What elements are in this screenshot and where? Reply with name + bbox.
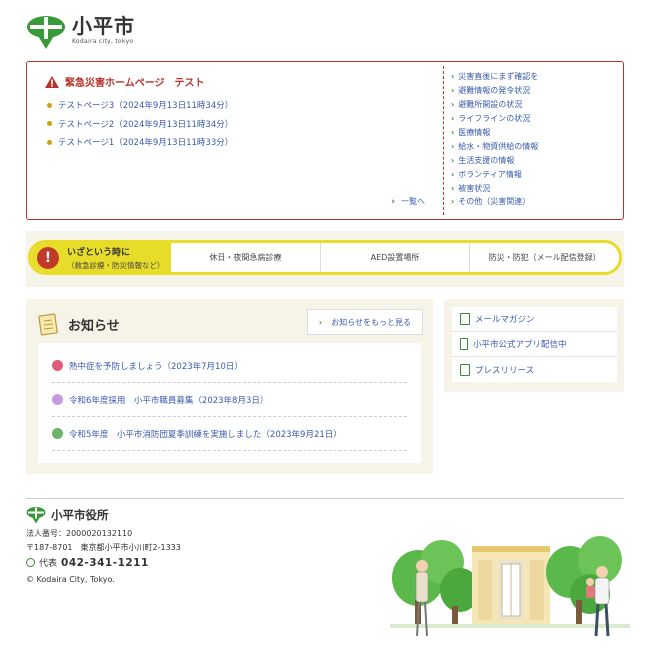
smartphone-icon xyxy=(460,338,468,350)
notice-heading: お知らせ xyxy=(38,312,120,336)
disaster-list-link[interactable]: › 一覧へ xyxy=(391,196,425,207)
memo-icon xyxy=(38,313,58,336)
disaster-link[interactable]: › 被害状況 xyxy=(451,181,538,195)
corporate-number: 法人番号：2000020132110 xyxy=(26,529,133,538)
disaster-links: › 災害直後にまず確認を › 避難情報の発令状況 › 避難所開設の状況 › ライフライン… xyxy=(451,70,538,209)
home-icon xyxy=(52,428,63,439)
chevron-right-icon: › xyxy=(451,155,455,165)
disaster-link[interactable]: › 生活支援の情報 xyxy=(451,153,538,167)
phone-line: 代表 042-341-1211 xyxy=(26,556,149,569)
chevron-right-icon: › xyxy=(451,72,455,82)
notice-more-button[interactable]: › お知らせをもっと見る xyxy=(307,309,423,335)
emergency-section: ! いざという時に （救急診療・防災情報など） 休日・夜間急病診療 AED設置場… xyxy=(26,231,624,287)
chevron-right-icon: › xyxy=(451,100,455,110)
disaster-link[interactable]: › その他（災害関連） xyxy=(451,195,538,209)
copyright: © Kodaira City, Tokyo. xyxy=(26,575,115,584)
footer-logo: 小平市役所 xyxy=(26,506,109,524)
person-icon xyxy=(52,394,63,405)
tree-left-icon xyxy=(392,540,480,624)
disaster-title: 緊急災害ホームページ テスト xyxy=(45,74,205,89)
disaster-news-item[interactable]: テストページ3（2024年9月13日11時34分） xyxy=(47,96,233,115)
bullet-icon xyxy=(47,121,52,127)
disaster-news-list: テストページ3（2024年9月13日11時34分） テストページ2（2024年9… xyxy=(47,96,233,152)
chevron-right-icon: › xyxy=(451,169,455,179)
tree-right-icon xyxy=(546,536,622,624)
disaster-news-item[interactable]: テストページ2（2024年9月13日11時34分） xyxy=(47,115,233,134)
bullet-icon xyxy=(47,139,52,145)
bullet-icon xyxy=(47,102,52,108)
notice-item[interactable]: 熱中症を予防しましょう（2023年7月10日） xyxy=(52,349,407,383)
chevron-right-icon: › xyxy=(318,317,323,327)
disaster-link[interactable]: › 災害直後にまず確認を xyxy=(451,70,538,84)
disaster-news-item[interactable]: テストページ1（2024年9月13日11時33分） xyxy=(47,133,233,152)
side-links-section: メールマガジン 小平市公式アプリ配信中 プレスリリース xyxy=(444,299,624,392)
chevron-right-icon: › xyxy=(391,196,395,207)
press-release-icon xyxy=(460,363,470,376)
side-links: メールマガジン 小平市公式アプリ配信中 プレスリリース xyxy=(452,307,617,382)
address: 〒187-8701 東京都小平市小川町2-1333 xyxy=(26,543,181,552)
divider xyxy=(443,66,444,215)
building-icon xyxy=(472,546,550,628)
chevron-right-icon: › xyxy=(451,114,455,124)
chevron-right-icon: › xyxy=(451,128,455,137)
notice-item[interactable]: 令和5年度 小平市消防団夏季訓練を実施しました（2023年9月21日） xyxy=(52,417,407,451)
phone-icon xyxy=(26,558,35,567)
emergency-link-bousai[interactable]: 防災・防犯（メール配信登録） xyxy=(469,243,619,272)
disaster-link[interactable]: › 医療情報 xyxy=(451,126,538,140)
exclamation-icon: ! xyxy=(37,246,59,269)
press-release-link[interactable]: プレスリリース xyxy=(452,357,617,382)
heart-icon xyxy=(52,360,63,371)
disaster-link[interactable]: › 給水・物資供給の情報 xyxy=(451,139,538,153)
warning-icon xyxy=(45,75,59,88)
chevron-right-icon: › xyxy=(451,86,455,96)
chevron-right-icon: › xyxy=(451,183,455,193)
emergency-link-night-clinic[interactable]: 休日・夜間急病診療 xyxy=(171,243,320,272)
mail-magazine-link[interactable]: メールマガジン xyxy=(452,307,617,332)
emergency-bar: ! いざという時に （救急診療・防災情報など） 休日・夜間急病診療 AED設置場… xyxy=(28,240,622,275)
emergency-link-aed[interactable]: AED設置場所 xyxy=(319,243,470,272)
kodaira-emblem-icon xyxy=(27,16,65,49)
emergency-head: ! いざという時に （救急診療・防災情報など） xyxy=(31,243,171,272)
disaster-link[interactable]: › ライフラインの状況 xyxy=(451,112,538,126)
kodaira-emblem-icon xyxy=(26,507,46,524)
notice-section: お知らせ › お知らせをもっと見る 熱中症を予防しましょう（2023年7月10日… xyxy=(26,299,433,474)
disaster-link[interactable]: › ボランティア情報 xyxy=(451,167,538,181)
notice-item[interactable]: 令和6年度採用 小平市職員募集（2023年8月3日） xyxy=(52,383,407,417)
disaster-link[interactable]: › 避難所開設の状況 xyxy=(451,98,538,112)
site-title: 小平市 xyxy=(72,14,135,38)
notice-list: 熱中症を予防しましょう（2023年7月10日） 令和6年度採用 小平市職員募集（… xyxy=(38,343,421,463)
city-hall-illustration xyxy=(390,536,630,637)
footer-divider xyxy=(26,498,624,499)
disaster-info-panel: 緊急災害ホームページ テスト テストページ3（2024年9月13日11時34分）… xyxy=(26,61,624,220)
chevron-right-icon: › xyxy=(451,141,455,151)
mail-magazine-icon xyxy=(460,313,470,325)
chevron-right-icon: › xyxy=(451,197,455,207)
site-logo[interactable]: 小平市 Kodaira city, tokyo xyxy=(26,14,146,52)
official-app-link[interactable]: 小平市公式アプリ配信中 xyxy=(452,332,617,357)
site-subtitle: Kodaira city, tokyo xyxy=(72,38,134,45)
disaster-link[interactable]: › 避難情報の発令状況 xyxy=(451,84,538,98)
